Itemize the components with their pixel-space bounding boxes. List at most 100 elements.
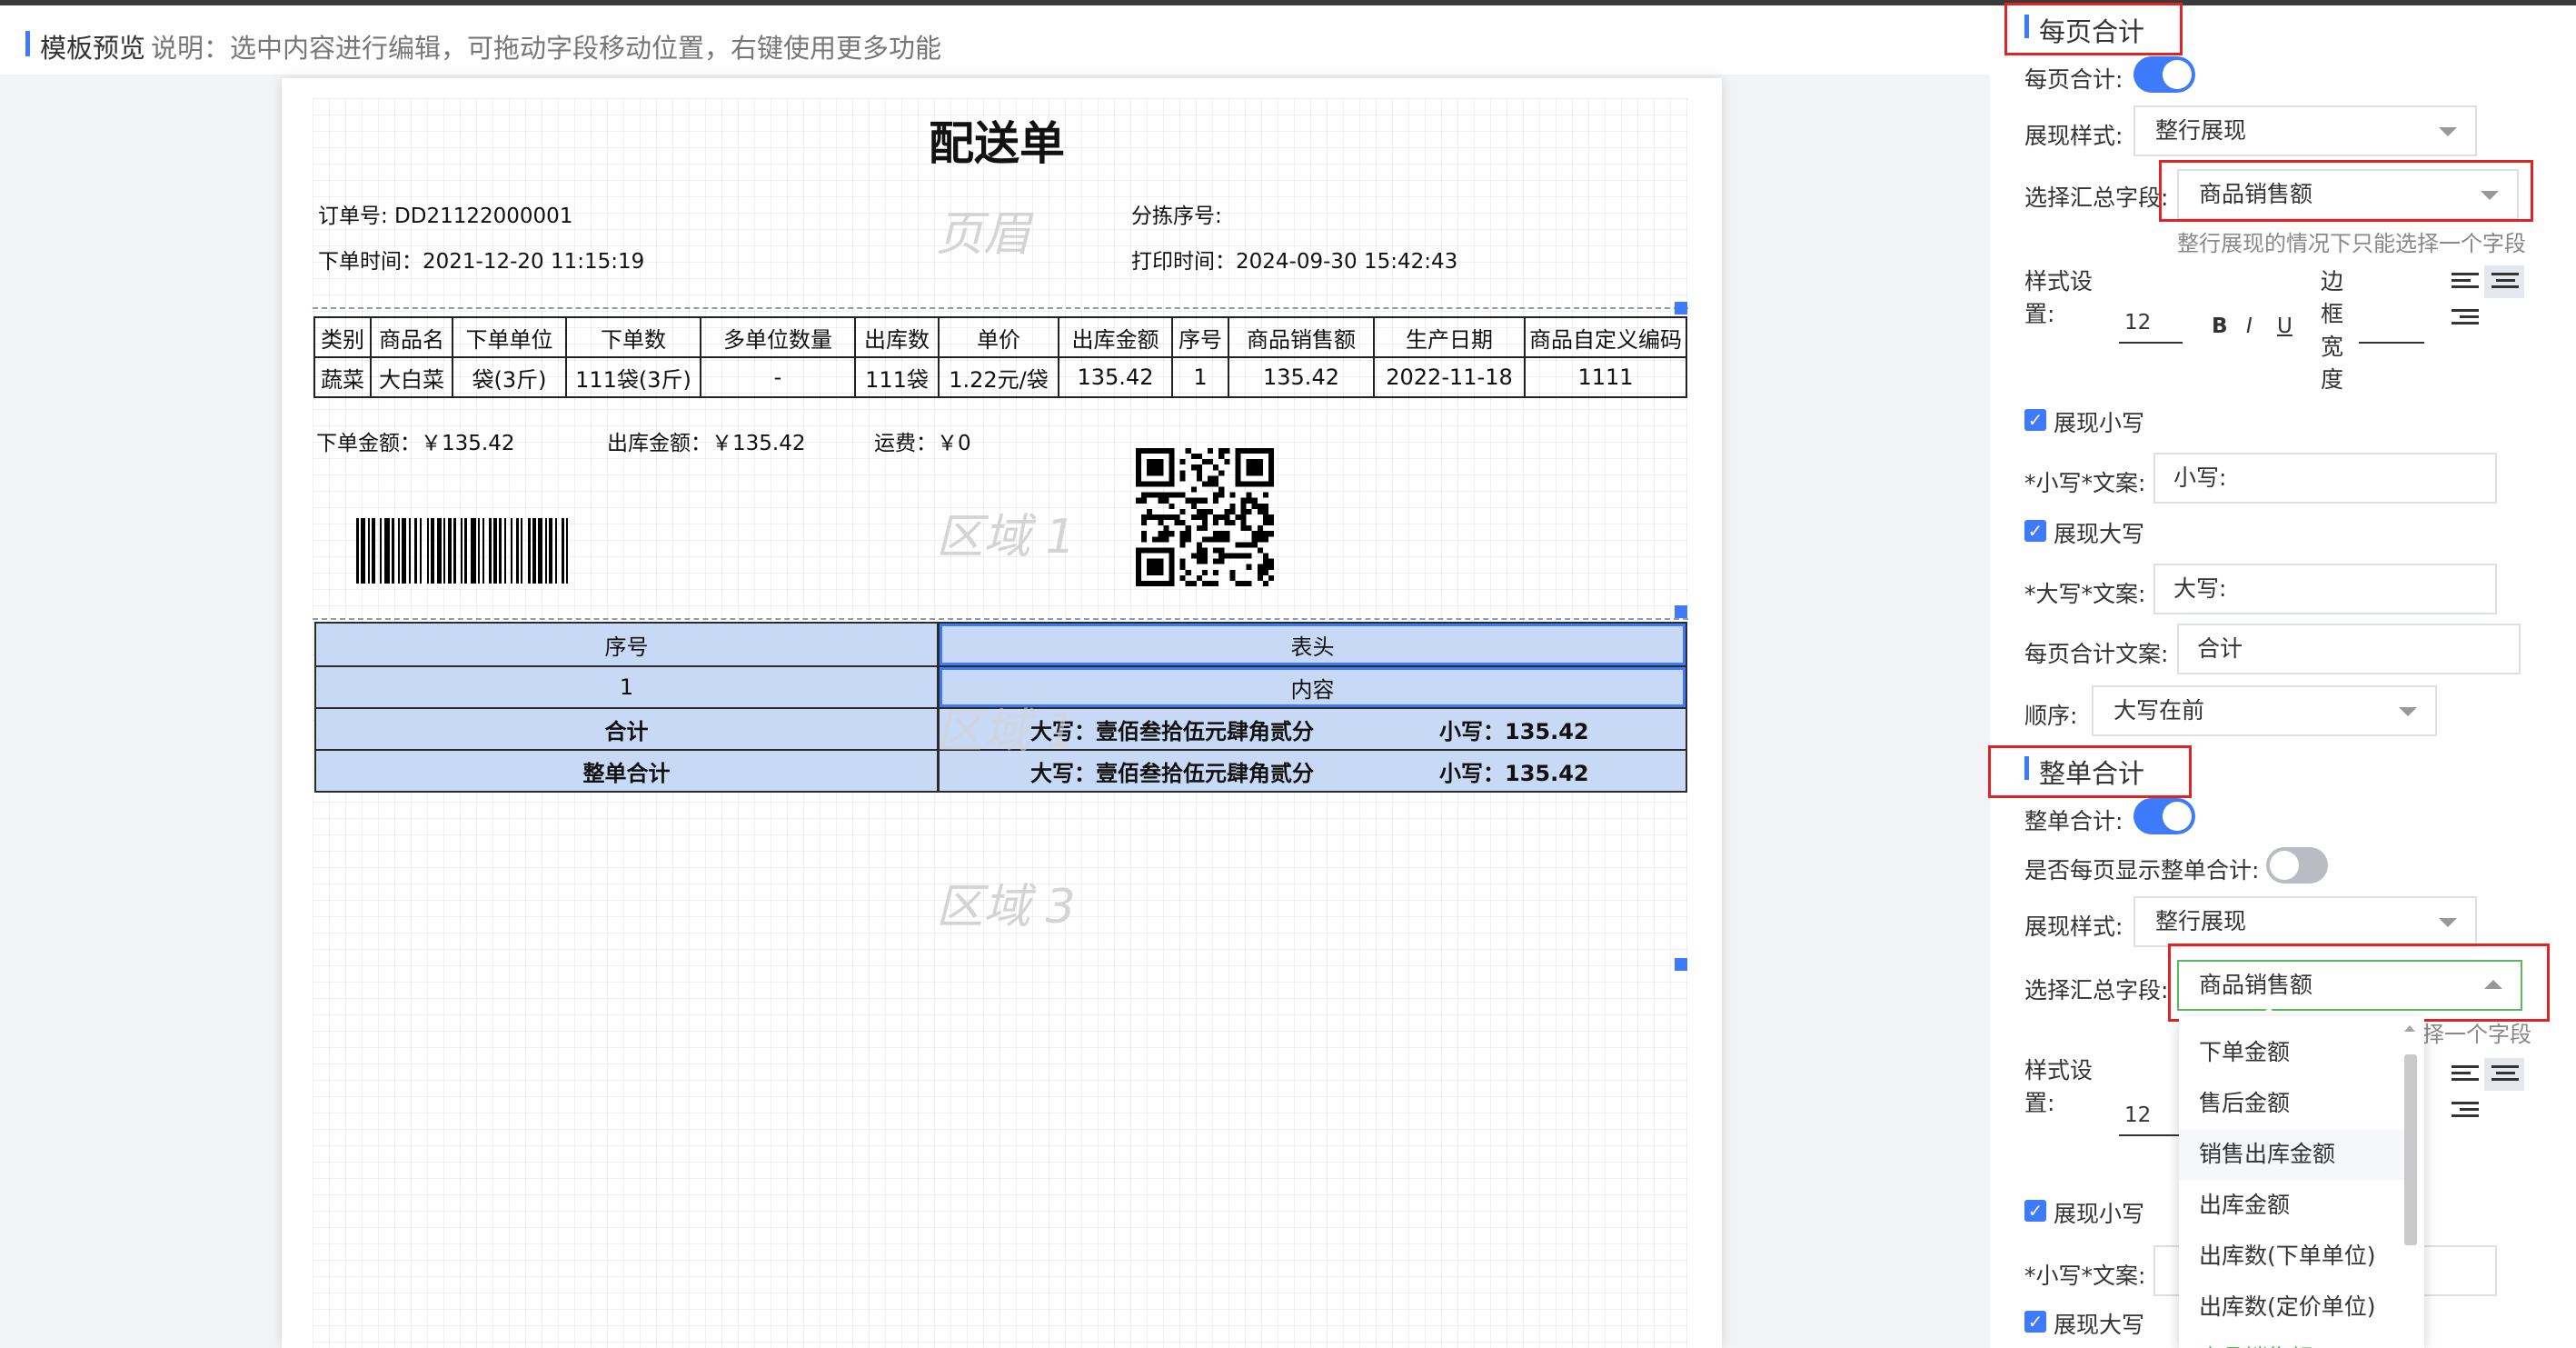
print-time-field[interactable]: 打印时间：2024-09-30 15:42:43 <box>1131 244 1457 275</box>
document-title[interactable]: 配送单 <box>929 107 1065 173</box>
summary-cell[interactable]: 表头 <box>940 624 1686 665</box>
qr-module <box>1240 525 1247 532</box>
show-big-checkbox[interactable]: ✓ <box>2024 1311 2046 1333</box>
qr-module <box>1185 525 1191 532</box>
border-width-input[interactable] <box>2359 342 2424 344</box>
qr-module <box>1224 514 1230 521</box>
qr-module <box>1213 569 1219 575</box>
qr-module <box>1257 564 1263 570</box>
qr-module <box>1163 492 1169 498</box>
page-total-toggle[interactable] <box>2133 56 2195 93</box>
font-size-input[interactable]: 12 <box>2119 1103 2183 1136</box>
bold-button[interactable]: B <box>2212 315 2228 338</box>
underline-button[interactable]: U <box>2277 315 2293 338</box>
dropdown-option[interactable]: 出库数(定价单位) <box>2179 1282 2406 1333</box>
qr-module <box>1268 564 1274 570</box>
qr-module <box>1190 497 1197 504</box>
barcode[interactable] <box>356 518 847 584</box>
qr-module <box>1179 564 1186 570</box>
order-time-field[interactable]: 下单时间：2021-12-20 11:15:19 <box>318 244 644 275</box>
qr-module <box>1169 531 1175 537</box>
freight-field[interactable]: 运费：￥0 <box>874 425 971 456</box>
show-big-checkbox[interactable]: ✓ <box>2024 520 2046 542</box>
qr-module <box>1179 508 1186 514</box>
table-cell: 1 <box>1171 356 1229 398</box>
page-total-style-select[interactable]: 整行展现 <box>2133 105 2477 156</box>
items-table[interactable]: 类别 商品名 下单单位 下单数 多单位数量 出库数 单价 出库金额 序号 商品销… <box>313 316 1687 398</box>
column-header[interactable]: 商品名 <box>370 316 453 358</box>
qr-module <box>1229 553 1236 559</box>
qr-module <box>1240 553 1247 559</box>
resize-handle[interactable] <box>1675 958 1687 971</box>
column-header[interactable]: 下单数 <box>565 316 701 358</box>
dropdown-option[interactable]: 出库金额 <box>2179 1180 2406 1231</box>
column-header[interactable]: 生产日期 <box>1373 316 1526 358</box>
dropdown-option[interactable]: 下单金额 <box>2179 1027 2406 1078</box>
align-center-icon[interactable] <box>2491 1065 2519 1089</box>
big-text-input[interactable]: 大写: <box>2153 564 2497 614</box>
column-header[interactable]: 序号 <box>1171 316 1229 358</box>
qr-module <box>1163 531 1169 537</box>
show-small-checkbox[interactable]: ✓ <box>2024 1200 2046 1222</box>
dropdown-scrollbar[interactable] <box>2404 1054 2417 1245</box>
italic-button[interactable]: I <box>2246 315 2253 338</box>
dropdown-option[interactable]: 售后金额 <box>2179 1078 2406 1129</box>
resize-handle[interactable] <box>1675 605 1687 618</box>
qr-module <box>1213 520 1219 526</box>
order-number-field[interactable]: 订单号: DD21122000001 <box>318 198 572 229</box>
resize-handle[interactable] <box>1675 302 1687 315</box>
align-right-icon[interactable] <box>2452 1102 2479 1125</box>
qr-module <box>1179 531 1186 537</box>
area2-watermark: 区域 1 <box>936 704 1076 759</box>
grand-total-hint: 择一个字段 <box>2422 1022 2531 1047</box>
column-header[interactable]: 单价 <box>938 316 1059 358</box>
column-header[interactable]: 出库数 <box>854 316 940 358</box>
grand-total-toggle[interactable] <box>2133 798 2195 834</box>
summary-cell[interactable]: 1 <box>316 667 940 707</box>
qr-module <box>1196 525 1202 532</box>
qr-module <box>1196 558 1202 564</box>
field-dropdown[interactable]: 下单金额 售后金额 销售出库金额 出库金额 出库数(下单单位) 出库数(定价单位… <box>2179 1016 2424 1348</box>
align-center-icon[interactable] <box>2491 273 2519 296</box>
align-left-icon[interactable] <box>2452 273 2479 296</box>
dropdown-option[interactable]: 销售出库金额 <box>2179 1129 2406 1180</box>
qr-module <box>1246 564 1252 570</box>
out-amount-field[interactable]: 出库金额：￥135.42 <box>607 425 805 456</box>
qr-module <box>1190 464 1197 471</box>
show-small-checkbox[interactable]: ✓ <box>2024 409 2046 431</box>
order-select[interactable]: 大写在前 <box>2092 685 2437 736</box>
small-text-input[interactable]: 小写: <box>2153 453 2497 504</box>
column-header[interactable]: 出库金额 <box>1058 316 1173 358</box>
qr-module <box>1208 580 1214 586</box>
qr-module <box>1240 580 1247 586</box>
qr-module <box>1196 497 1202 504</box>
qr-module <box>1196 475 1202 482</box>
grand-total-style-select[interactable]: 整行展现 <box>2133 896 2477 947</box>
align-left-icon[interactable] <box>2452 1065 2479 1089</box>
qr-module <box>1158 531 1164 537</box>
qr-code[interactable] <box>1136 448 1274 586</box>
column-header[interactable]: 多单位数量 <box>700 316 856 358</box>
scroll-up-icon[interactable] <box>2404 1025 2415 1032</box>
order-amount-field[interactable]: 下单金额：￥135.42 <box>316 425 514 456</box>
font-size-input[interactable]: 12 <box>2119 311 2183 344</box>
qr-module <box>1169 492 1175 498</box>
dropdown-option[interactable]: 出库数(下单单位) <box>2179 1231 2406 1282</box>
table-row: 蔬菜 大白菜 袋(3斤) 111袋(3斤) - 111袋 1.22元/袋 135… <box>313 356 1687 398</box>
qr-module <box>1158 520 1164 526</box>
column-header[interactable]: 类别 <box>313 316 372 358</box>
summary-cell[interactable]: 序号 <box>316 624 940 665</box>
sort-number-field[interactable]: 分拣序号: <box>1131 198 1222 229</box>
qr-module <box>1246 508 1252 514</box>
table-cell: 袋(3斤) <box>452 356 567 398</box>
qr-module <box>1224 520 1230 526</box>
total-text-input[interactable]: 合计 <box>2177 624 2521 674</box>
column-header[interactable]: 商品自定义编码 <box>1524 316 1687 358</box>
dropdown-option-selected[interactable]: 商品销售额 <box>2179 1333 2406 1348</box>
qr-module <box>1213 464 1219 471</box>
column-header[interactable]: 商品销售额 <box>1228 316 1375 358</box>
qr-module <box>1179 470 1186 476</box>
column-header[interactable]: 下单单位 <box>452 316 567 358</box>
align-right-icon[interactable] <box>2452 309 2479 333</box>
each-page-toggle[interactable] <box>2266 847 2328 884</box>
